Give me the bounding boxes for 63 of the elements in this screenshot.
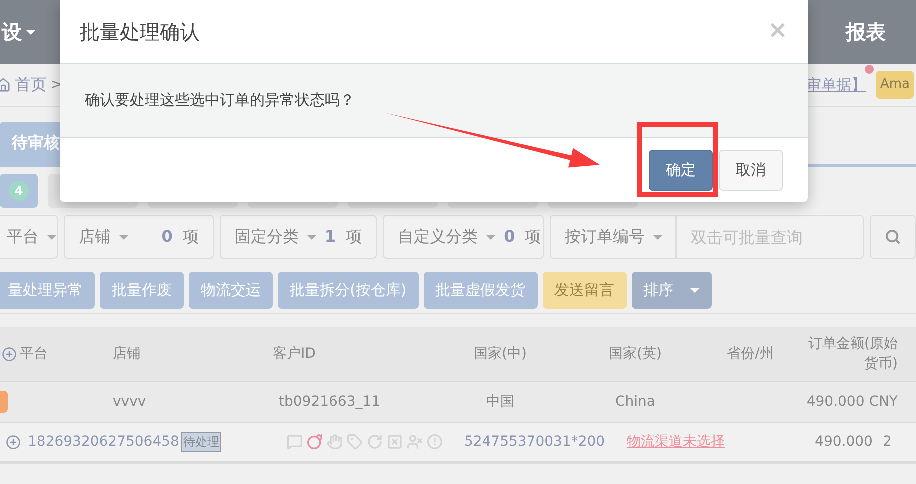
column-header[interactable]: 客户ID <box>273 344 316 364</box>
column-header[interactable]: 订单金额(原始货币) <box>798 334 898 374</box>
column-header[interactable]: 国家(英) <box>609 344 662 364</box>
caret-icon <box>306 234 317 240</box>
column-header[interactable]: 国家(中) <box>474 344 527 364</box>
square-x-icon[interactable] <box>387 434 404 450</box>
user-x-icon[interactable] <box>407 434 424 450</box>
filter-dropdown[interactable]: 平台 <box>0 215 58 259</box>
action-button[interactable]: 发送留言 <box>542 272 627 309</box>
logistics-link[interactable]: 物流渠道未选择 <box>627 432 726 452</box>
column-header[interactable]: 店铺 <box>113 344 141 364</box>
count-badge: 4 <box>9 181 29 201</box>
status-tag: 待处理 <box>181 432 222 452</box>
confirm-button[interactable]: 确定 <box>649 150 713 190</box>
order-number: 18269320627506458 <box>28 432 180 452</box>
platform-tag: Ama <box>876 71 914 99</box>
alert-icon[interactable] <box>427 434 444 450</box>
column-header[interactable]: 平台 <box>20 344 48 364</box>
filter-dropdown[interactable]: 按订单编号 <box>550 215 676 259</box>
filter-dropdown[interactable]: 自定义分类 0 项 <box>383 215 544 259</box>
home-icon <box>0 78 11 92</box>
table-cell-text: 2 <box>882 432 892 452</box>
expand-all-icon[interactable] <box>2 346 17 362</box>
nav-menu-item[interactable]: 设 <box>2 17 36 47</box>
message-icon[interactable] <box>287 434 304 450</box>
nav-menu-item[interactable]: 报表 <box>846 17 886 47</box>
step-tab[interactable]: 4 <box>0 174 38 208</box>
action-button[interactable]: 批量拆分(按仓库) <box>278 272 419 309</box>
tag-icon[interactable] <box>347 434 364 450</box>
caret-icon <box>119 234 129 240</box>
sku-quantity: 524755370031*200 <box>464 432 606 452</box>
action-button[interactable]: 批量虚假发货 <box>424 272 538 309</box>
dialog-message: 确认要处理这些选中订单的异常状态吗？ <box>85 90 355 112</box>
search-button[interactable] <box>870 215 916 259</box>
filter-dropdown[interactable]: 固定分类 1 项 <box>220 215 378 259</box>
platform-tag <box>0 391 8 413</box>
breadcrumb-link[interactable]: 首页 <box>15 73 47 97</box>
caret-icon <box>486 234 496 240</box>
close-button[interactable]: × <box>768 18 788 42</box>
hand-icon[interactable] <box>327 434 344 450</box>
caret-icon <box>26 30 36 34</box>
action-button[interactable]: 物流交运 <box>189 272 273 309</box>
column-header[interactable]: 省份/州 <box>727 344 774 364</box>
cancel-button[interactable]: 取消 <box>719 150 783 190</box>
expand-icon[interactable] <box>6 434 21 450</box>
caret-icon <box>47 234 57 240</box>
refresh-icon[interactable] <box>367 434 384 450</box>
table-cell-text: 490.000 CNY <box>806 392 898 412</box>
filter-dropdown[interactable]: 店铺 0 项 <box>64 215 214 259</box>
caret-icon <box>690 288 700 293</box>
table-cell-text: China <box>616 392 656 412</box>
table-cell-text: tb0921663_11 <box>278 392 381 412</box>
table-cell-text: 490.000 <box>815 432 873 452</box>
bomb-icon[interactable] <box>307 434 324 450</box>
caret-icon <box>653 234 664 240</box>
sort-dropdown[interactable]: 排序 <box>632 272 712 309</box>
table-cell-text: vvvv <box>113 392 146 412</box>
dialog-title: 批量处理确认 <box>80 18 200 46</box>
table-cell-text: 中国 <box>486 392 514 412</box>
action-button[interactable]: 量处理异常 <box>0 272 95 309</box>
search-icon <box>885 229 902 245</box>
pending-link[interactable]: 审单据】 <box>806 76 866 94</box>
action-button[interactable]: 批量作废 <box>100 272 184 309</box>
